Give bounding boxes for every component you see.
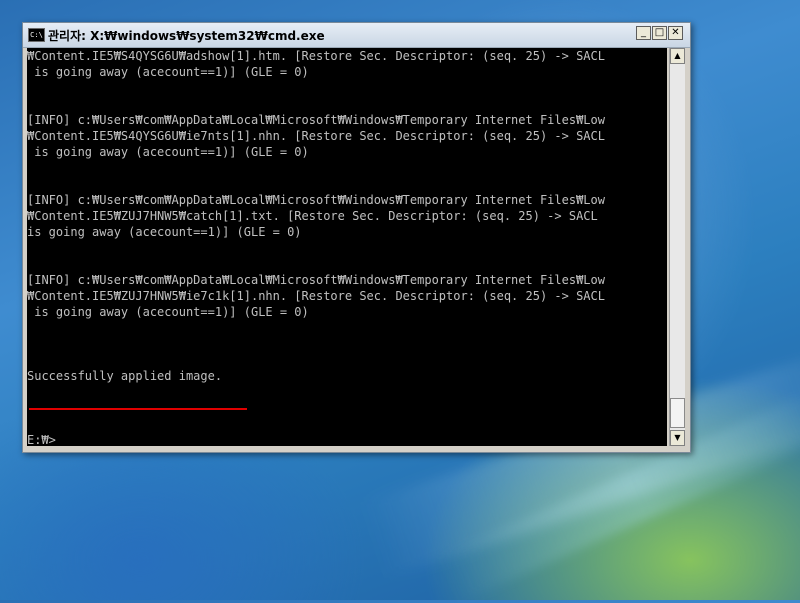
console-line: ₩Content.IE5₩S4QYSG6U₩ie7nts[1].nhn. [Re… [27, 129, 605, 143]
window-title: 관리자: X:₩windows₩system32₩cmd.exe [48, 29, 325, 43]
console-line: is going away (acecount==1)] (GLE = 0) [27, 65, 309, 79]
close-button[interactable]: ✕ [668, 26, 683, 40]
console-line: ₩Content.IE5₩S4QYSG6U₩adshow[1].htm. [Re… [27, 49, 605, 63]
console-output[interactable]: ₩Content.IE5₩S4QYSG6U₩adshow[1].htm. [Re… [27, 48, 667, 446]
console-line: ₩Content.IE5₩ZUJ7HNW5₩catch[1].txt. [Res… [27, 209, 598, 223]
console-line: is going away (acecount==1)] (GLE = 0) [27, 305, 309, 319]
scroll-thumb[interactable] [670, 398, 685, 428]
console-line: E:₩> [27, 433, 56, 446]
console-line: is going away (acecount==1)] (GLE = 0) [27, 225, 302, 239]
console-lines: ₩Content.IE5₩S4QYSG6U₩adshow[1].htm. [Re… [27, 48, 605, 446]
console-line: [INFO] c:₩Users₩com₩AppData₩Local₩Micros… [27, 113, 605, 127]
scroll-down-button[interactable]: ▼ [670, 430, 685, 446]
title-bar[interactable]: C:\ 관리자: X:₩windows₩system32₩cmd.exe _ □… [23, 23, 690, 48]
console-line: [INFO] c:₩Users₩com₩AppData₩Local₩Micros… [27, 273, 605, 287]
cmd-icon: C:\ [28, 28, 45, 42]
console-line: ₩Content.IE5₩ZUJ7HNW5₩ie7c1k[1].nhn. [Re… [27, 289, 605, 303]
minimize-button[interactable]: _ [636, 26, 651, 40]
maximize-button[interactable]: □ [652, 26, 667, 40]
console-line: [INFO] c:₩Users₩com₩AppData₩Local₩Micros… [27, 193, 605, 207]
scroll-up-button[interactable]: ▲ [670, 48, 685, 64]
console-line: is going away (acecount==1)] (GLE = 0) [27, 145, 309, 159]
cmd-window[interactable]: C:\ 관리자: X:₩windows₩system32₩cmd.exe _ □… [22, 22, 691, 453]
console-line: Successfully applied image. [27, 369, 223, 383]
success-underline [29, 408, 247, 410]
vertical-scrollbar[interactable]: ▲ ▼ [669, 48, 685, 446]
